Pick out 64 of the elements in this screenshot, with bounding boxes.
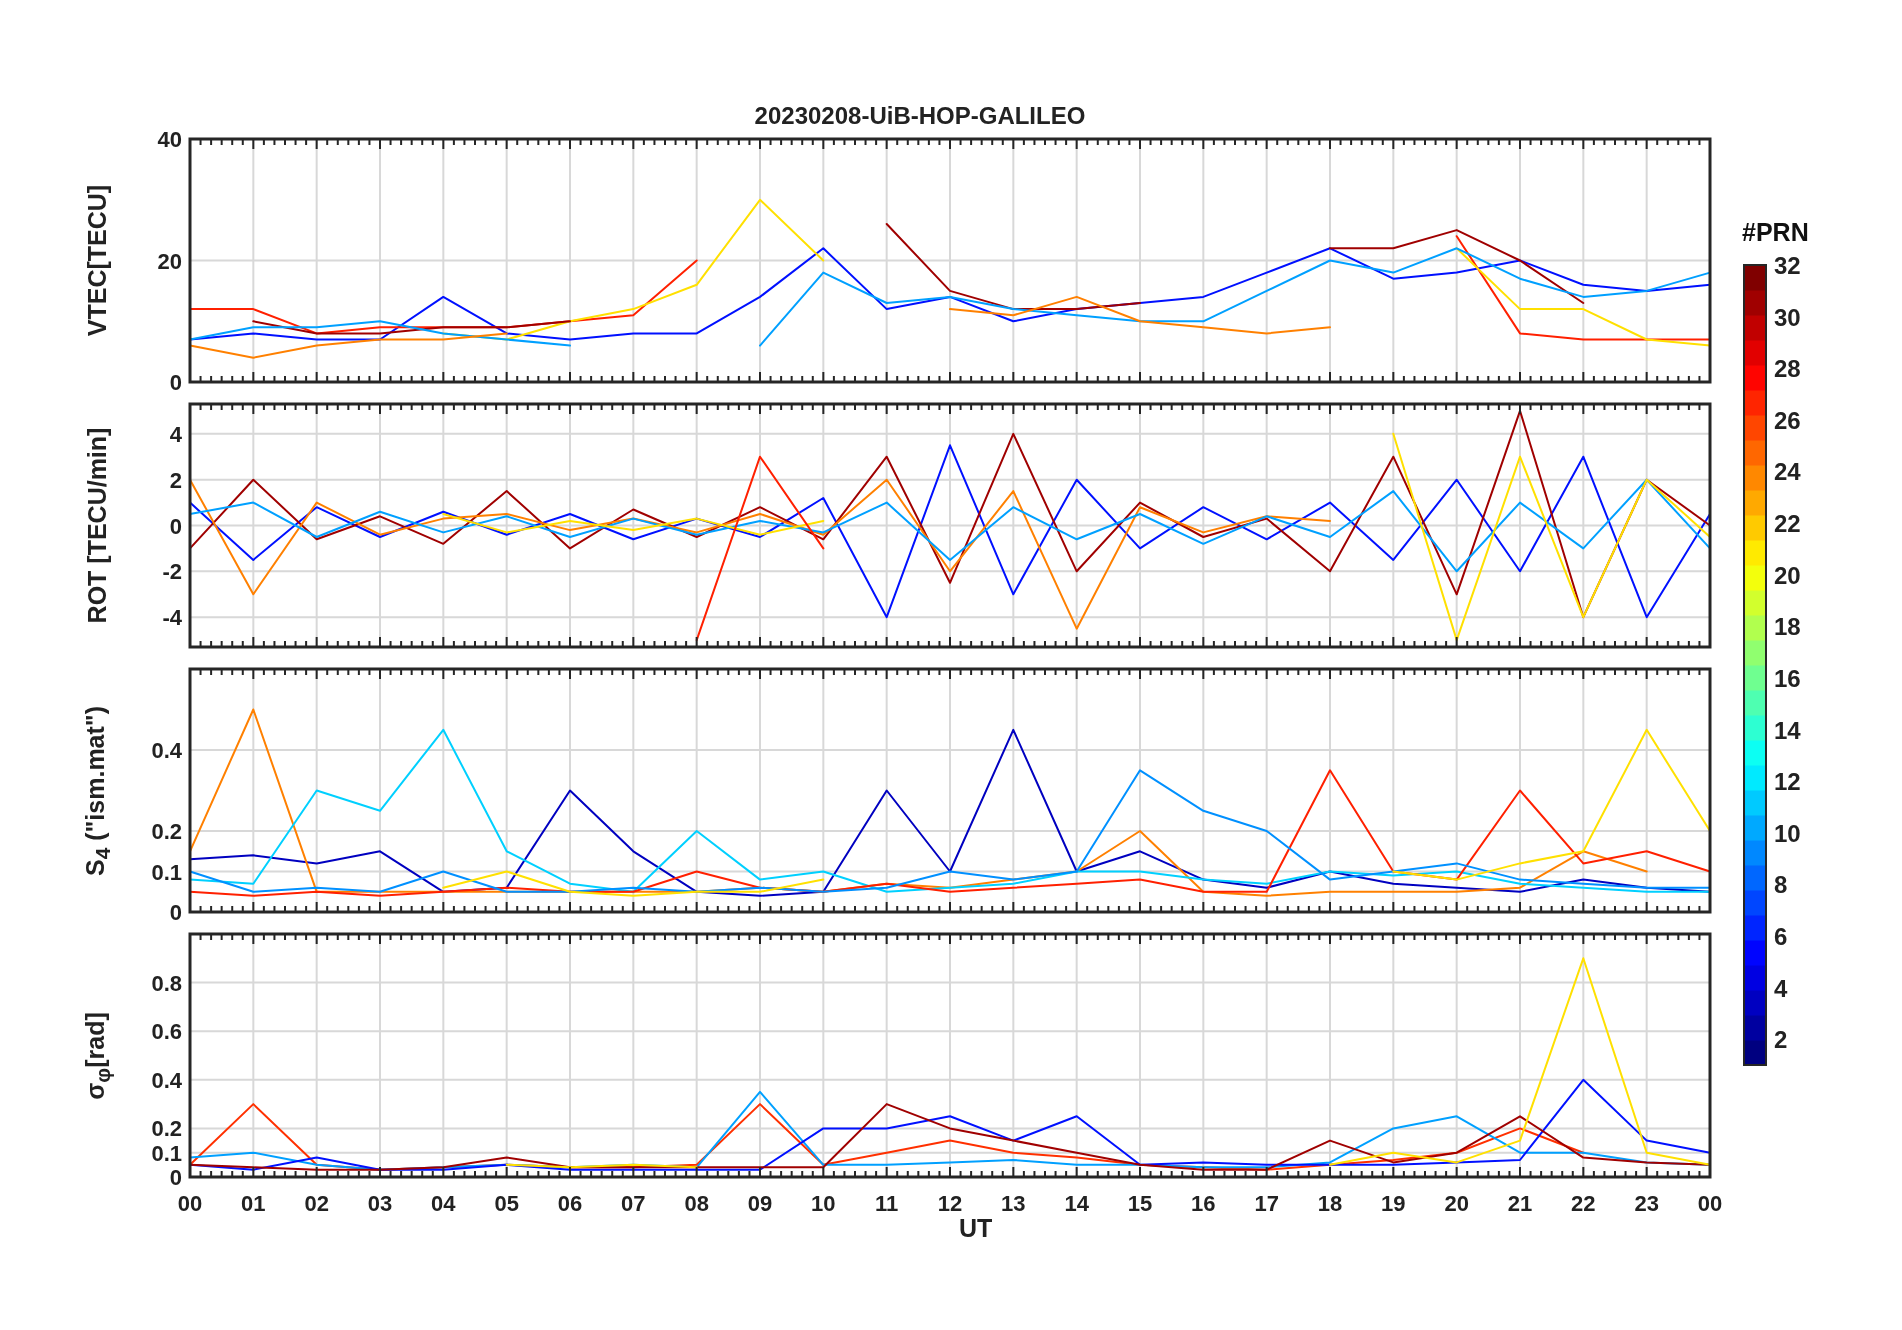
y-tick-label: -4	[162, 605, 182, 631]
colorbar-tick-label: 22	[1774, 510, 1801, 538]
colorbar-tick-label: 28	[1774, 355, 1801, 383]
x-tick-label: 20	[1444, 1191, 1469, 1216]
colorbar-tick-label: 6	[1774, 922, 1788, 950]
y-tick-label: 0.4	[151, 1067, 182, 1093]
y-tick-label: 4	[169, 421, 182, 447]
x-tick-label: 15	[1127, 1191, 1153, 1216]
colorbar-tick-label: 12	[1774, 768, 1801, 796]
x-tick-label: 00	[177, 1191, 203, 1216]
colorbar-tick-label: 30	[1774, 303, 1801, 331]
x-tick-label: 06	[557, 1191, 583, 1216]
x-tick-label: 09	[747, 1191, 773, 1216]
x-tick-label: 08	[684, 1191, 709, 1216]
x-tick-label: 02	[304, 1191, 329, 1216]
y-tick-label: 0.4	[151, 738, 182, 763]
x-tick-label: 11	[875, 1191, 899, 1216]
x-tick-label: 01	[241, 1191, 266, 1216]
x-tick-label: 07	[621, 1191, 646, 1216]
y-tick-label: 2	[169, 467, 182, 493]
x-axis-label: UT	[959, 1214, 993, 1243]
colorbar-tick-label: 8	[1774, 871, 1788, 899]
x-tick-label: 21	[1507, 1191, 1533, 1216]
x-tick-label: 18	[1317, 1191, 1343, 1216]
x-tick-label: 23	[1634, 1191, 1659, 1216]
x-tick-label: 04	[431, 1191, 456, 1216]
colorbar-tick-label: 4	[1774, 974, 1788, 1002]
x-tick-label: 17	[1254, 1191, 1279, 1216]
y-axis-label: ROT [TECU/min]	[83, 427, 113, 624]
x-tick-label: 13	[1001, 1191, 1026, 1216]
y-tick-label: 40	[157, 128, 182, 152]
figure-title: 20230208-UiB-HOP-GALILEO	[754, 102, 1086, 129]
x-tick-label: 03	[367, 1191, 393, 1216]
y-tick-label: 0	[169, 370, 182, 393]
x-tick-label: 19	[1381, 1191, 1406, 1216]
y-tick-label: 0	[169, 513, 182, 539]
colorbar-tick-label: 14	[1774, 716, 1801, 744]
x-tick-label: 10	[811, 1191, 836, 1216]
colorbar-tick-label: 10	[1774, 819, 1801, 847]
x-tick-label: 22	[1571, 1191, 1596, 1216]
colorbar-tick-label: 2	[1774, 1026, 1788, 1054]
colorbar-tick-label: 24	[1774, 458, 1801, 486]
colorbar-tick-label: 20	[1774, 561, 1801, 589]
x-tick-label: 00	[1697, 1191, 1723, 1216]
y-tick-label: -2	[162, 559, 182, 585]
y-tick-label: 0	[169, 900, 182, 923]
colorbar-tick-label: 26	[1774, 406, 1801, 434]
y-tick-label: 0.6	[151, 1019, 182, 1045]
colorbar-tick-label: 16	[1774, 664, 1801, 692]
y-tick-label: 0.8	[151, 970, 182, 996]
x-tick-label: 16	[1191, 1191, 1216, 1216]
x-tick-label: 14	[1064, 1191, 1089, 1216]
y-tick-label: 20	[157, 248, 182, 274]
colorbar-tick-label: 32	[1774, 255, 1801, 279]
y-axis-label: VTEC[TECU]	[83, 184, 113, 337]
colorbar-title: #PRN	[1742, 218, 1809, 247]
y-tick-label: 0.1	[151, 1140, 182, 1166]
x-tick-label: 12	[937, 1191, 963, 1216]
y-tick-label: 0.2	[151, 819, 182, 844]
colorbar-tick-label: 18	[1774, 613, 1801, 641]
y-tick-label: 0.1	[151, 859, 182, 885]
x-tick-label: 05	[494, 1191, 519, 1216]
y-tick-label: 0	[169, 1165, 182, 1190]
y-tick-label: 0.2	[151, 1116, 182, 1142]
